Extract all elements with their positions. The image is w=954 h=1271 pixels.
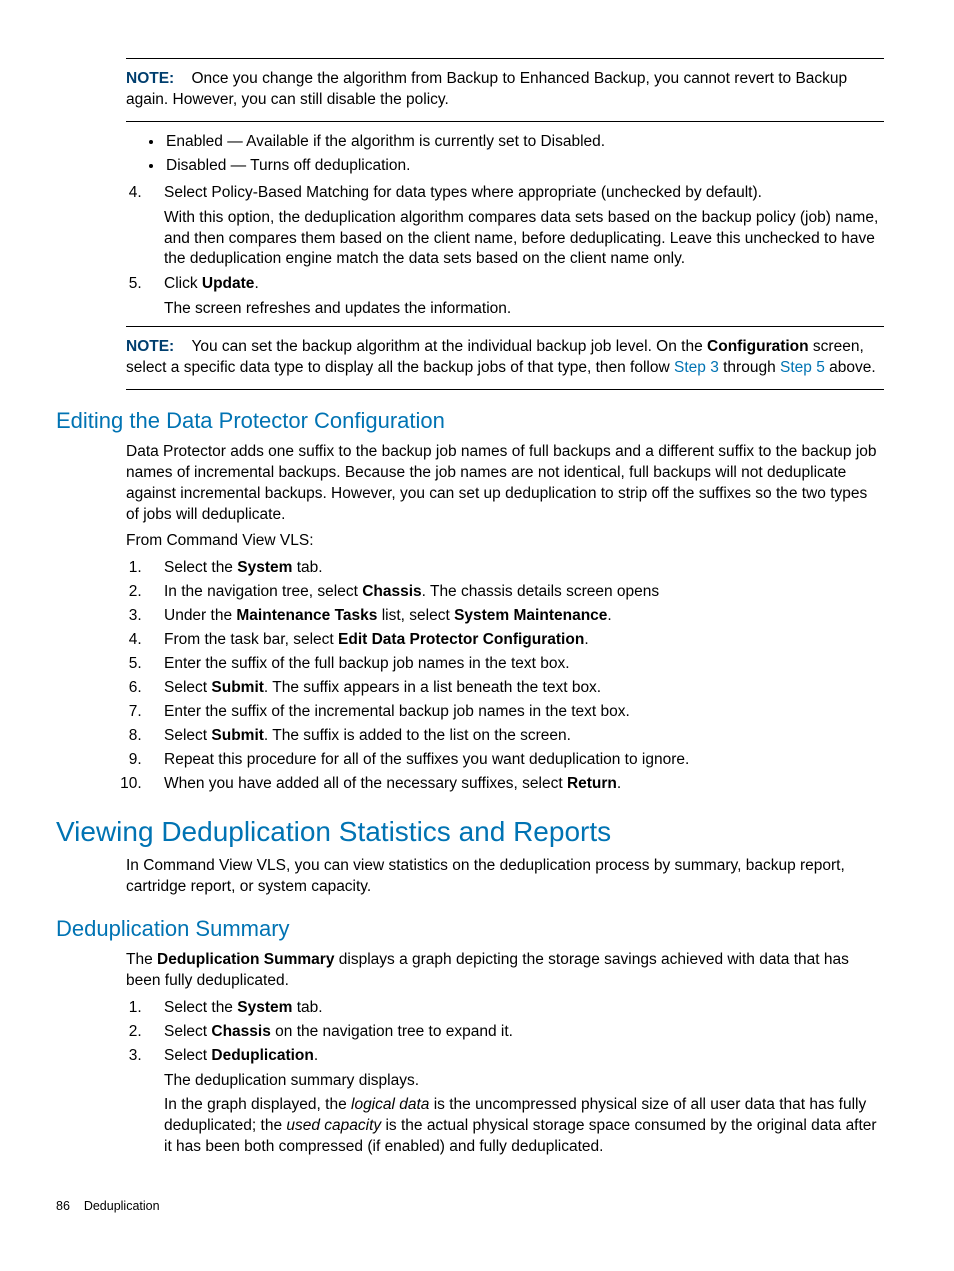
dedup-step-2: Select Chassis on the navigation tree to… bbox=[146, 1022, 884, 1043]
note2-t3: through bbox=[719, 359, 780, 376]
step-5-body: The screen refreshes and updates the inf… bbox=[164, 299, 884, 320]
dedup-step-3: Select Deduplication. The deduplication … bbox=[146, 1046, 884, 1159]
editing-steps: Select the System tab. In the navigation… bbox=[56, 558, 884, 794]
dedup-steps: Select the System tab. Select Chassis on… bbox=[56, 998, 884, 1158]
dedup-step-3-p2: In the graph displayed, the logical data… bbox=[164, 1095, 884, 1158]
step-4-body: With this option, the deduplication algo… bbox=[164, 208, 884, 271]
steps-list-top: Select Policy-Based Matching for data ty… bbox=[56, 183, 884, 321]
editing-step-4: From the task bar, select Edit Data Prot… bbox=[146, 630, 884, 651]
page-footer: 86 Deduplication bbox=[56, 1198, 884, 1215]
algorithm-state-list: Enabled — Available if the algorithm is … bbox=[56, 132, 884, 177]
editing-p1: Data Protector adds one suffix to the ba… bbox=[126, 442, 884, 526]
editing-p2: From Command View VLS: bbox=[126, 531, 884, 552]
footer-section: Deduplication bbox=[84, 1199, 160, 1213]
dedup-step-1: Select the System tab. bbox=[146, 998, 884, 1019]
note2-b1: Configuration bbox=[707, 338, 809, 355]
editing-step-2: In the navigation tree, select Chassis. … bbox=[146, 582, 884, 603]
note-box-algorithm: NOTE: Once you change the algorithm from… bbox=[126, 58, 884, 122]
note-label: NOTE: bbox=[126, 70, 174, 87]
editing-step-1: Select the System tab. bbox=[146, 558, 884, 579]
step-4: Select Policy-Based Matching for data ty… bbox=[146, 183, 884, 271]
step-5-lead-bold: Update bbox=[202, 275, 255, 292]
heading-dedup-summary: Deduplication Summary bbox=[56, 914, 884, 944]
note2-t4: above. bbox=[825, 359, 876, 376]
note2-t1: You can set the backup algorithm at the … bbox=[191, 338, 707, 355]
step-5-lead-post: . bbox=[254, 275, 258, 292]
heading-editing: Editing the Data Protector Configuration bbox=[56, 406, 884, 436]
heading-viewing: Viewing Deduplication Statistics and Rep… bbox=[56, 813, 884, 851]
editing-step-6: Select Submit. The suffix appears in a l… bbox=[146, 678, 884, 699]
step-4-lead: Select Policy-Based Matching for data ty… bbox=[164, 184, 762, 201]
editing-step-3: Under the Maintenance Tasks list, select… bbox=[146, 606, 884, 627]
editing-step-9: Repeat this procedure for all of the suf… bbox=[146, 750, 884, 771]
editing-step-5: Enter the suffix of the full backup job … bbox=[146, 654, 884, 675]
note-text: Once you change the algorithm from Backu… bbox=[126, 70, 847, 108]
editing-step-7: Enter the suffix of the incremental back… bbox=[146, 702, 884, 723]
dedup-step-3-p1: The deduplication summary displays. bbox=[164, 1071, 884, 1092]
editing-step-8: Select Submit. The suffix is added to th… bbox=[146, 726, 884, 747]
viewing-p1: In Command View VLS, you can view statis… bbox=[126, 856, 884, 898]
link-step-3[interactable]: Step 3 bbox=[674, 359, 719, 376]
step-5: Click Update. The screen refreshes and u… bbox=[146, 274, 884, 320]
dedup-p1: The Deduplication Summary displays a gra… bbox=[126, 950, 884, 992]
step-5-lead-pre: Click bbox=[164, 275, 202, 292]
editing-step-10: When you have added all of the necessary… bbox=[146, 774, 884, 795]
note-label: NOTE: bbox=[126, 338, 174, 355]
page-number: 86 bbox=[56, 1199, 70, 1213]
note-box-config: NOTE: You can set the backup algorithm a… bbox=[126, 326, 884, 390]
bullet-enabled: Enabled — Available if the algorithm is … bbox=[164, 132, 884, 153]
bullet-disabled: Disabled — Turns off deduplication. bbox=[164, 156, 884, 177]
link-step-5[interactable]: Step 5 bbox=[780, 359, 825, 376]
